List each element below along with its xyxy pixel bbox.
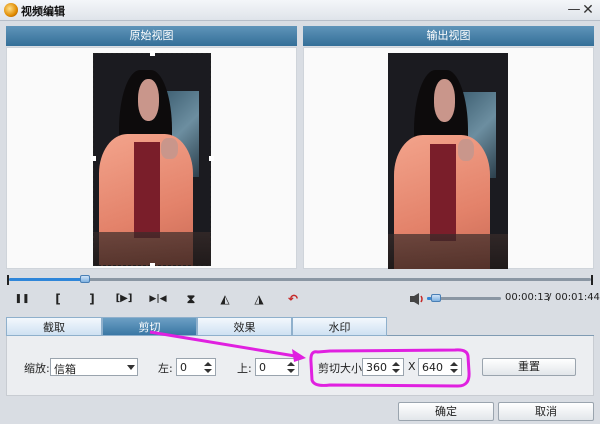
rotate-left-button[interactable]: ◭ [215, 290, 235, 308]
volume-thumb[interactable] [431, 294, 441, 302]
mark-out-button[interactable]: ] [82, 290, 102, 308]
title-bar: 视频编辑 — ✕ [0, 0, 600, 21]
original-view-pane [6, 47, 297, 269]
crop-settings-panel: 缩放: 信箱 左: 0 上: 0 剪切大小: 360 X 640 重置 [6, 336, 594, 396]
spin-up-icon[interactable] [450, 362, 458, 366]
left-offset-input[interactable]: 0 [176, 358, 216, 376]
crop-width-value: 360 [366, 361, 387, 374]
flip-vertical-button[interactable]: ⧗ [181, 290, 201, 308]
crop-width-input[interactable]: 360 [362, 358, 404, 376]
undo-button[interactable]: ↶ [283, 290, 303, 308]
crop-size-label: 剪切大小: [318, 362, 366, 375]
left-offset-label: 左: [158, 362, 173, 375]
zoom-select[interactable]: 信箱 [50, 358, 138, 376]
time-separator: / [548, 292, 552, 303]
timeline-thumb[interactable] [80, 275, 90, 283]
tab-crop[interactable]: 剪切 [102, 317, 197, 336]
spin-up-icon[interactable] [287, 362, 295, 366]
total-time: 00:01:44 [555, 292, 600, 303]
timeline-track [9, 278, 591, 281]
reset-button[interactable]: 重置 [482, 358, 576, 376]
chevron-down-icon[interactable] [127, 365, 135, 370]
close-button[interactable]: ✕ [580, 2, 596, 18]
crop-height-value: 640 [422, 361, 443, 374]
playback-controls: ❚❚ [ ] [▶] ▶|◀ ⧗ ◭ ◮ ↶ 00:00:13 / 00:01:… [6, 288, 599, 310]
zoom-select-value: 信箱 [54, 363, 76, 376]
edit-tabs: 截取 剪切 效果 水印 [6, 317, 594, 336]
timeline-start-marker[interactable] [7, 275, 9, 285]
output-view-pane [303, 47, 594, 269]
crop-handle-right[interactable] [209, 156, 214, 161]
crop-height-input[interactable]: 640 [418, 358, 462, 376]
size-separator-label: X [408, 360, 416, 373]
spin-down-icon[interactable] [287, 369, 295, 373]
output-view-header: 输出视图 [303, 26, 594, 46]
mark-in-button[interactable]: [ [48, 290, 68, 308]
crop-handle-bottom[interactable] [150, 263, 155, 268]
spin-down-icon[interactable] [450, 369, 458, 373]
top-offset-value: 0 [259, 361, 266, 374]
spin-up-icon[interactable] [392, 362, 400, 366]
crop-handle-left[interactable] [91, 156, 96, 161]
pause-button[interactable]: ❚❚ [12, 290, 32, 308]
spin-up-icon[interactable] [204, 362, 212, 366]
ok-button[interactable]: 确定 [398, 402, 494, 421]
dialog-footer: 确定 取消 [0, 400, 600, 424]
timeline-slider[interactable] [6, 275, 594, 285]
output-video-frame [388, 53, 508, 269]
play-between-button[interactable]: ▶|◀ [147, 290, 169, 308]
play-selection-button[interactable]: [▶] [112, 290, 136, 308]
timeline-end-marker[interactable] [591, 275, 593, 285]
left-offset-value: 0 [180, 361, 187, 374]
crop-selection-box[interactable] [93, 53, 211, 266]
app-icon [4, 3, 18, 17]
rotate-right-button[interactable]: ◮ [249, 290, 269, 308]
original-view-header: 原始视图 [6, 26, 297, 46]
top-offset-label: 上: [237, 362, 252, 375]
cancel-button[interactable]: 取消 [498, 402, 594, 421]
tab-watermark[interactable]: 水印 [292, 317, 387, 336]
timeline-progress [9, 278, 85, 281]
tab-effects[interactable]: 效果 [197, 317, 292, 336]
crop-handle-top[interactable] [150, 51, 155, 56]
current-time: 00:00:13 [505, 292, 550, 303]
zoom-label: 缩放: [24, 362, 50, 375]
top-offset-input[interactable]: 0 [255, 358, 299, 376]
speaker-icon[interactable] [409, 292, 425, 306]
tab-trim[interactable]: 截取 [6, 317, 102, 336]
window-title: 视频编辑 [21, 5, 65, 18]
spin-down-icon[interactable] [392, 369, 400, 373]
spin-down-icon[interactable] [204, 369, 212, 373]
